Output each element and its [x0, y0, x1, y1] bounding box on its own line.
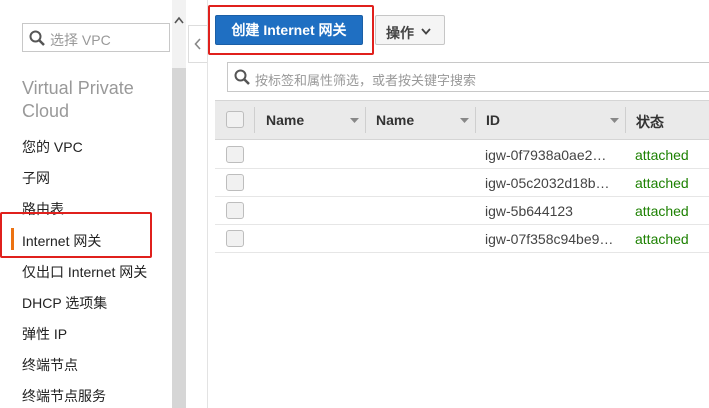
column-header-id-label: ID [486, 112, 500, 128]
vpc-select-input[interactable]: 选择 VPC [22, 23, 170, 52]
panel-divider [207, 0, 208, 408]
chevron-left-icon [194, 38, 201, 50]
table-row[interactable]: igw-5b644123 attached [215, 197, 709, 225]
sidebar-item-endpoint-services[interactable]: 终端节点服务 [22, 386, 106, 406]
row-checkbox[interactable] [226, 146, 244, 163]
column-header-name-label: Name [266, 112, 305, 128]
row-id: igw-0f7938a0ae2… [485, 147, 607, 163]
column-header-state[interactable]: 状态 [626, 101, 709, 139]
row-id: igw-5b644123 [485, 203, 573, 219]
sidebar-item-dhcp-options[interactable]: DHCP 选项集 [22, 293, 107, 313]
row-checkbox[interactable] [226, 230, 244, 247]
row-state: attached [635, 203, 689, 219]
row-id: igw-07f358c94be9… [485, 231, 614, 247]
column-header-name-2-label: Name [376, 112, 415, 128]
highlight-box-create [208, 5, 374, 55]
filter-placeholder: 按标签和属性筛选，或者按关键字搜索 [255, 73, 477, 88]
table-header: Name Name ID 状态 [215, 100, 709, 140]
actions-label: 操作 [386, 25, 414, 41]
table-row[interactable]: igw-0f7938a0ae2… attached [215, 141, 709, 169]
row-state: attached [635, 231, 689, 247]
sidebar: 选择 VPC Virtual Private Cloud 您的 VPC 子网 路… [0, 0, 172, 408]
column-header-state-label: 状态 [636, 114, 664, 130]
vpc-select-placeholder: 选择 VPC [50, 32, 111, 48]
select-all-checkbox[interactable] [226, 111, 244, 128]
column-separator [254, 107, 255, 133]
sort-icon[interactable] [350, 118, 359, 123]
collapse-sidebar-button[interactable] [188, 25, 208, 63]
column-header-id[interactable]: ID [476, 101, 626, 139]
sidebar-item-your-vpcs[interactable]: 您的 VPC [22, 137, 83, 157]
scroll-up-arrow-icon[interactable] [174, 16, 184, 24]
sort-icon[interactable] [460, 118, 469, 123]
column-header-name-2[interactable]: Name [366, 101, 476, 139]
highlight-box-nav [0, 212, 152, 258]
row-state: attached [635, 147, 689, 163]
row-id: igw-05c2032d18b… [485, 175, 610, 191]
row-state: attached [635, 175, 689, 191]
row-checkbox[interactable] [226, 202, 244, 219]
table-row[interactable]: igw-07f358c94be9… attached [215, 225, 709, 253]
search-icon [29, 30, 45, 46]
search-icon [234, 69, 250, 85]
sort-icon[interactable] [610, 118, 619, 123]
chevron-down-icon [421, 28, 431, 35]
sidebar-item-elastic-ips[interactable]: 弹性 IP [22, 324, 67, 344]
row-checkbox[interactable] [226, 174, 244, 191]
filter-search-input[interactable]: 按标签和属性筛选，或者按关键字搜索 [227, 62, 709, 92]
sidebar-item-endpoints[interactable]: 终端节点 [22, 355, 78, 375]
table-row[interactable]: igw-05c2032d18b… attached [215, 169, 709, 197]
sidebar-item-egress-only-gateways[interactable]: 仅出口 Internet 网关 [22, 262, 147, 282]
sidebar-item-subnets[interactable]: 子网 [22, 168, 50, 188]
sidebar-title: Virtual Private Cloud [22, 78, 134, 121]
column-header-name[interactable]: Name [256, 101, 366, 139]
sidebar-scrollbar-thumb[interactable] [172, 68, 186, 408]
actions-dropdown-button[interactable]: 操作 [375, 15, 445, 45]
